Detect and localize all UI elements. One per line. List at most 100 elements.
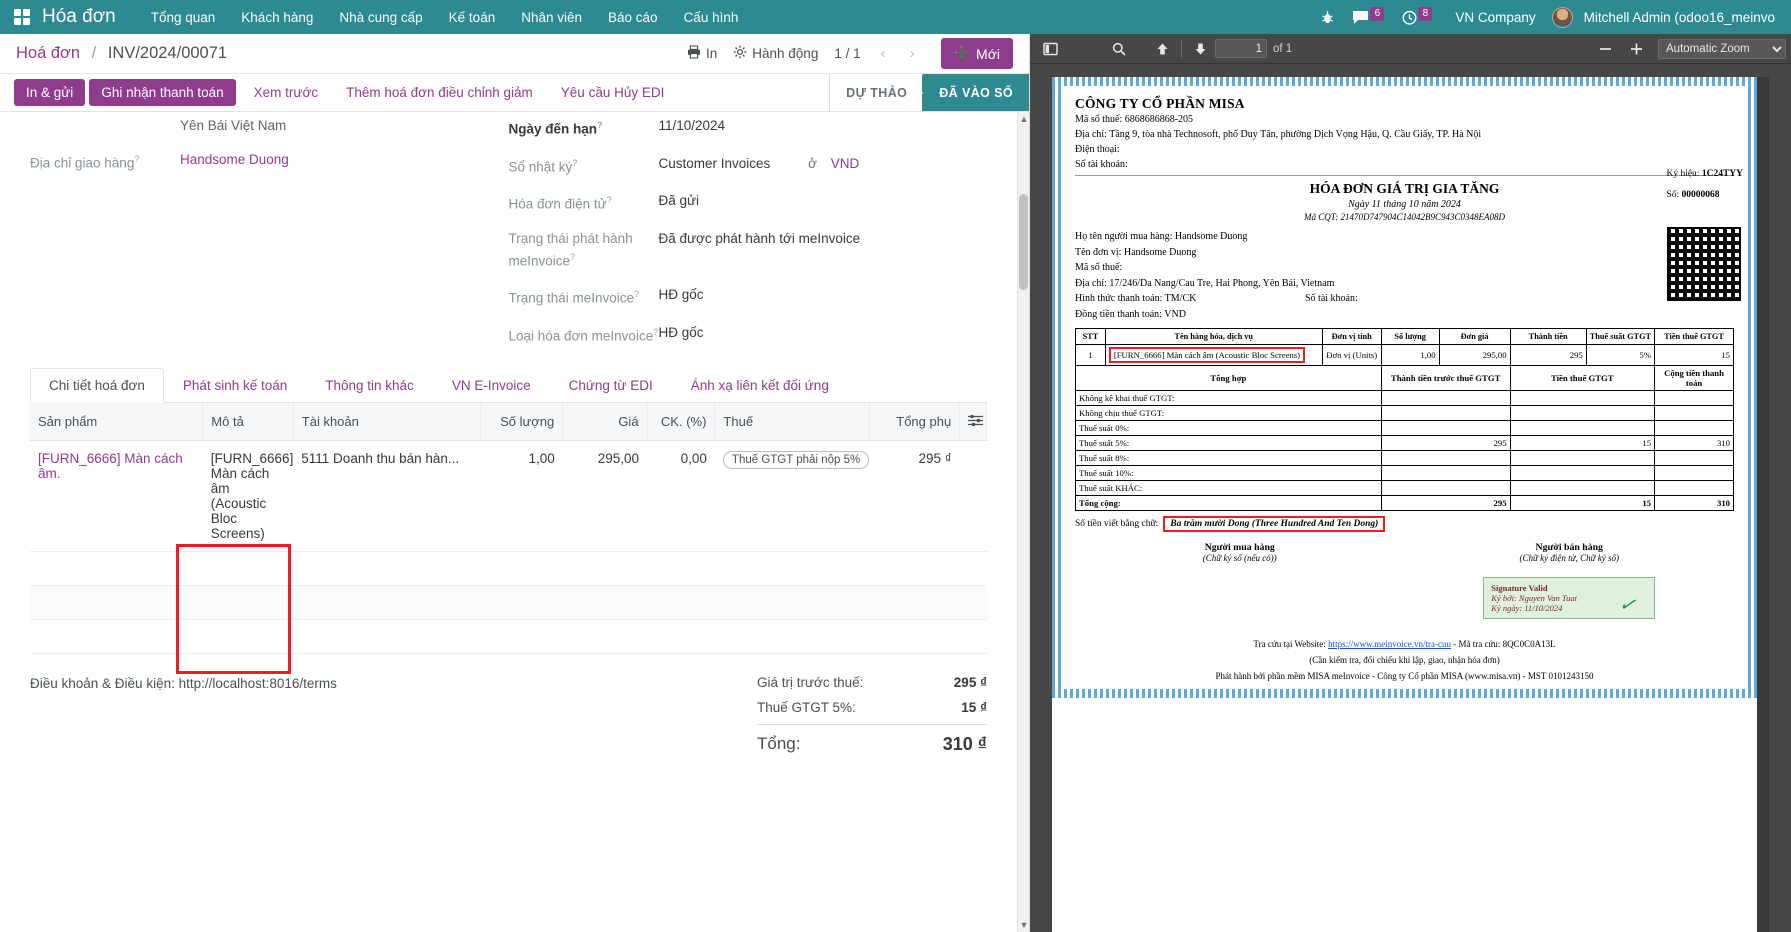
arrow-up-icon[interactable]	[1148, 37, 1177, 61]
pdf-lookup-url[interactable]: https://www.meinvoice.vn/tra-cuu	[1328, 639, 1451, 649]
app-root: Hóa đơn Tổng quan Khách hàng Nhà cung cấ…	[0, 0, 1791, 932]
nav-item-nha-cung-cap[interactable]: Nhà cung cấp	[326, 10, 435, 25]
search-icon[interactable]	[1104, 37, 1134, 61]
pdf-serial-block: Ký hiệu: 1C24TYY Số: 00000068	[1666, 169, 1743, 200]
minus-icon[interactable]	[1590, 37, 1621, 61]
sidebar-toggle-icon[interactable]	[1035, 37, 1066, 61]
pdf-summary-h0: Tổng hợp	[1076, 366, 1382, 391]
print-button[interactable]: In	[687, 45, 717, 62]
pdf-buyer-sign-sub: (Chữ ký số (nếu có))	[1075, 553, 1405, 563]
field-delivery-address: Địa chỉ giao hàng? Handsome Duong	[30, 150, 499, 173]
help-icon[interactable]: ?	[607, 195, 612, 205]
help-icon[interactable]: ?	[572, 158, 577, 168]
field-journal-value[interactable]: Customer Invoices ở VND	[659, 154, 860, 173]
tab-other-info[interactable]: Thông tin khác	[306, 368, 433, 403]
pdf-buyer-unit: Tên đơn vị: Handsome Duong	[1075, 245, 1734, 261]
activities-clock-icon[interactable]: 8	[1395, 10, 1439, 25]
pdf-viewer[interactable]: CÔNG TY CỔ PHẦN MISA Mã số thuế: 6868686…	[1030, 64, 1791, 932]
status-posted[interactable]: ĐÃ VÀO SỐ	[923, 74, 1029, 111]
app-brand[interactable]: Hóa đơn	[42, 6, 116, 28]
nav-item-nhan-vien[interactable]: Nhân viên	[508, 10, 595, 25]
cell-account[interactable]: 5111 Doanh thu bán hàn...	[293, 441, 480, 552]
cell-product[interactable]: [FURN_6666] Màn cách âm.	[30, 441, 203, 552]
cell-tax[interactable]: Thuế GTGT phải nộp 5%	[715, 441, 869, 552]
pager-next-icon[interactable]: ›	[906, 45, 919, 62]
scroll-up-arrow[interactable]: ▲	[1018, 112, 1029, 126]
tab-edi-documents[interactable]: Chứng từ EDI	[550, 368, 672, 403]
form-pane: Hoá đơn / INV/2024/00071 In Hành động 1 …	[0, 34, 1030, 932]
apps-grid-icon[interactable]	[14, 9, 30, 25]
pdf-sum-a: 295	[1381, 496, 1510, 511]
cell-description[interactable]: [FURN_6666] Màn cách âm (Acoustic Bloc S…	[203, 441, 294, 552]
tab-journal-items[interactable]: Phát sinh kế toán	[164, 368, 306, 403]
help-icon[interactable]: ?	[134, 154, 139, 164]
bug-icon[interactable]	[1314, 10, 1341, 25]
pdf-buyer-address: Địa chỉ: 17/246/Da Nang/Cau Tre, Hai Pho…	[1075, 276, 1734, 292]
request-edi-cancel-button[interactable]: Yêu cầu Hủy EDI	[547, 74, 679, 111]
nav-item-ke-toan[interactable]: Kế toán	[436, 10, 509, 25]
pager-previous-icon[interactable]: ‹	[877, 45, 890, 62]
page-number-input[interactable]	[1215, 39, 1267, 58]
arrow-down-icon[interactable]	[1186, 37, 1215, 61]
cell-discount[interactable]: 0,00	[647, 441, 715, 552]
field-due-date-value[interactable]: 11/10/2024	[659, 116, 726, 135]
scroll-thumb[interactable]	[1019, 194, 1028, 290]
cell-price[interactable]: 295,00	[563, 441, 647, 552]
pdf-seller-sign-sub: (Chữ ký điện tử, Chữ ký số)	[1405, 553, 1735, 563]
user-menu[interactable]: Mitchell Admin (odoo16_meinvo	[1584, 10, 1775, 25]
tab-mapping[interactable]: Ánh xạ liên kết đối ứng	[672, 368, 848, 403]
form-scrollbar[interactable]: ▲ ▼	[1017, 112, 1029, 932]
avatar[interactable]	[1552, 7, 1573, 28]
field-delivery-address-value[interactable]: Handsome Duong	[180, 150, 289, 169]
pdf-lookup-prefix: Tra cứu tại Website:	[1253, 639, 1325, 649]
control-panel-actions: In Hành động 1 / 1 ‹ › ➕ Mới	[687, 38, 1013, 69]
delivery-address-label-text: Địa chỉ giao hàng	[30, 156, 134, 171]
pdf-summary-row: Thuế suất 5%:29515310	[1076, 436, 1734, 451]
pdf-sum-c	[1655, 391, 1734, 406]
tab-vn-einvoice[interactable]: VN E-Invoice	[433, 368, 550, 403]
pdf-sum-c: 310	[1655, 436, 1734, 451]
new-record-button[interactable]: ➕ Mới	[941, 38, 1013, 69]
plus-icon[interactable]	[1621, 37, 1652, 61]
pdf-sum-label: Thuế suất KHÁC:	[1076, 481, 1382, 496]
nav-item-tong-quan[interactable]: Tổng quan	[138, 10, 229, 25]
help-icon[interactable]: ?	[634, 289, 639, 299]
add-credit-note-button[interactable]: Thêm hoá đơn điều chỉnh giảm	[332, 74, 547, 111]
breadcrumb-root[interactable]: Hoá đơn	[16, 44, 80, 62]
toolbar-divider	[1181, 40, 1182, 58]
pdf-scrollbar[interactable]	[1757, 77, 1769, 932]
help-icon[interactable]: ?	[653, 327, 658, 337]
pdf-company-tax: Mã số thuế: 6868686868-205	[1075, 112, 1734, 127]
plus-icon: ➕	[954, 45, 971, 62]
cell-quantity[interactable]: 1,00	[480, 441, 562, 552]
col-description: Mô tả	[203, 403, 294, 441]
nav-item-khach-hang[interactable]: Khách hàng	[228, 10, 326, 25]
pdf-cell-unit: Đơn vị (Units)	[1322, 345, 1381, 366]
pdf-summary-row: Không chịu thuế GTGT:	[1076, 406, 1734, 421]
tab-invoice-lines[interactable]: Chi tiết hoá đơn	[30, 368, 164, 403]
pdf-sum-b: 15	[1510, 496, 1655, 511]
journal-currency[interactable]: VND	[831, 156, 860, 171]
scroll-down-arrow[interactable]: ▼	[1018, 918, 1029, 932]
company-switcher[interactable]: VN Company	[1443, 10, 1547, 25]
column-settings-icon[interactable]	[960, 403, 987, 441]
table-row[interactable]: [FURN_6666] Màn cách âm. [FURN_6666] Màn…	[30, 441, 987, 552]
action-menu-button[interactable]: Hành động	[733, 45, 818, 62]
pdf-words-label: Số tiền viết bằng chữ:	[1075, 519, 1158, 529]
journal-name: Customer Invoices	[659, 156, 771, 171]
help-icon[interactable]: ?	[570, 252, 575, 262]
pdf-sum-c	[1655, 421, 1734, 436]
product-link[interactable]: [FURN_6666] Màn cách âm.	[38, 451, 183, 481]
digital-signature-box: Signature Valid Ký bởi: Nguyen Van Tuat …	[1483, 577, 1655, 619]
messages-icon[interactable]: 6	[1345, 10, 1391, 25]
nav-item-bao-cao[interactable]: Báo cáo	[595, 10, 671, 25]
help-icon[interactable]: ?	[597, 120, 603, 130]
total-grand-label: Tổng:	[757, 734, 800, 755]
register-payment-button[interactable]: Ghi nhận thanh toán	[89, 79, 235, 106]
print-and-send-button[interactable]: In & gửi	[14, 79, 85, 106]
journal-currency-separator: ở	[808, 156, 817, 171]
zoom-level-select[interactable]: Automatic Zoom	[1658, 39, 1786, 59]
pdf-note-line: (Cần kiểm tra, đối chiếu khi lập, giao, …	[1075, 653, 1734, 667]
nav-item-cau-hinh[interactable]: Cấu hình	[671, 10, 752, 25]
preview-button[interactable]: Xem trước	[240, 74, 332, 111]
